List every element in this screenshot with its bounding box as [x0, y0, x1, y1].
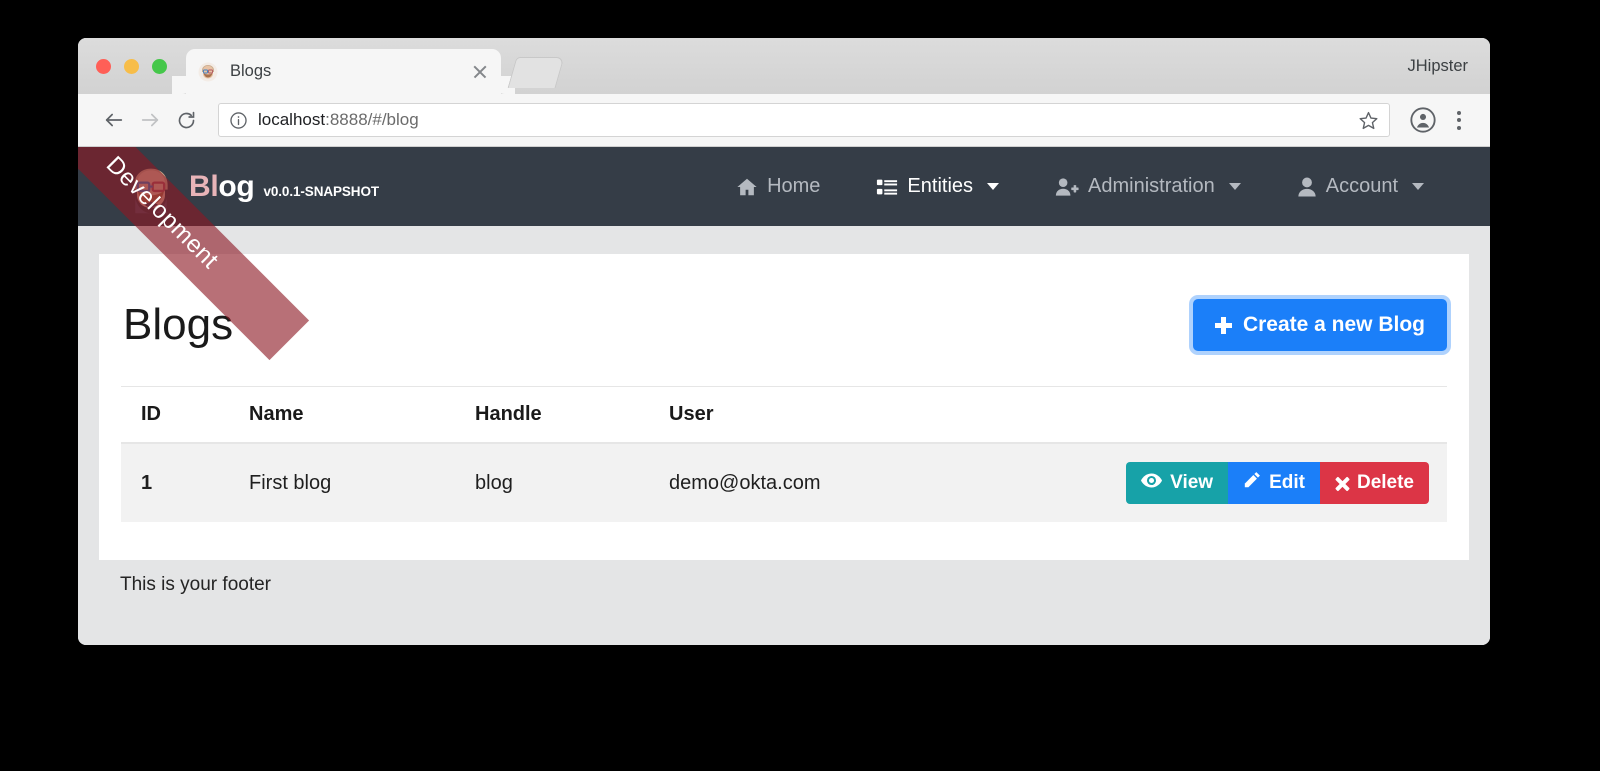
app-navbar: Blog v0.0.1-SNAPSHOT Home Entities Admin…: [78, 147, 1490, 226]
navbar-brand[interactable]: Blog v0.0.1-SNAPSHOT: [123, 159, 379, 215]
edit-button[interactable]: Edit: [1228, 462, 1320, 504]
nav-item-entities-label: Entities: [907, 175, 974, 197]
blogs-table: ID Name Handle User 1 First blog blog de…: [121, 386, 1447, 522]
jhipster-mascot-favicon: [198, 62, 218, 81]
three-dot-menu-icon[interactable]: [1446, 105, 1472, 135]
cell-id: 1: [121, 443, 241, 522]
brand-version: v0.0.1-SNAPSHOT: [263, 183, 380, 199]
new-tab-button[interactable]: [507, 57, 565, 88]
nav-item-account[interactable]: Account: [1269, 175, 1452, 198]
url-path: :8888/#/blog: [325, 110, 419, 129]
nav-item-administration[interactable]: Administration: [1027, 175, 1269, 198]
cell-user: demo@okta.com: [661, 443, 1119, 522]
column-header-handle[interactable]: Handle: [467, 386, 661, 444]
home-icon: [736, 176, 758, 198]
table-header-row: ID Name Handle User: [121, 386, 1447, 444]
page-header: Blogs Create a new Blog: [121, 280, 1447, 370]
back-arrow-icon[interactable]: [96, 102, 132, 138]
page-footer: This is your footer: [99, 560, 1469, 596]
tab-title: Blogs: [230, 62, 272, 80]
table-body: 1 First blog blog demo@okta.com View Edi…: [121, 443, 1447, 522]
navbar-menu: Home Entities Administration Account: [708, 175, 1452, 198]
column-header-id[interactable]: ID: [121, 386, 241, 444]
reload-icon[interactable]: [168, 102, 204, 138]
url-host: localhost: [258, 110, 326, 129]
nav-item-administration-label: Administration: [1088, 175, 1215, 197]
brand-title-prefix: Bl: [189, 169, 219, 203]
jhipster-mascot-logo: [134, 168, 168, 213]
tab-strip: Blogs JHipster: [78, 38, 1490, 94]
column-header-user[interactable]: User: [661, 386, 1119, 444]
view-button-label: View: [1170, 472, 1214, 493]
table-row: 1 First blog blog demo@okta.com View Edi…: [121, 443, 1447, 522]
browser-toolbar: localhost:8888/#/blog: [78, 94, 1490, 147]
cell-actions: View Edit Delete: [1118, 443, 1447, 522]
nav-item-home[interactable]: Home: [708, 175, 848, 198]
chevron-down-icon: [1228, 183, 1241, 190]
address-bar[interactable]: localhost:8888/#/blog: [218, 103, 1390, 137]
chevron-down-icon: [987, 183, 1000, 190]
chevron-down-icon: [1412, 183, 1424, 190]
plus-icon: [1214, 316, 1232, 334]
column-header-actions: [1118, 386, 1447, 444]
x-icon: [1335, 476, 1349, 490]
toolbar-right: [1400, 105, 1472, 135]
browser-window: Blogs JHipster localhost:8888/#/blog Blo…: [78, 38, 1490, 645]
footer-text: This is your footer: [120, 574, 271, 595]
delete-button[interactable]: Delete: [1319, 462, 1429, 504]
forward-arrow-icon[interactable]: [132, 102, 168, 138]
pencil-icon: [1243, 471, 1261, 495]
cell-handle: blog: [467, 443, 661, 522]
url-text: localhost:8888/#/blog: [258, 110, 419, 130]
brand-title: Blog: [189, 169, 255, 204]
close-window-button[interactable]: [96, 59, 111, 74]
view-button[interactable]: View: [1126, 462, 1229, 504]
page-title: Blogs: [123, 300, 234, 349]
close-icon[interactable]: [471, 63, 489, 81]
eye-icon: [1141, 472, 1163, 494]
window-controls: [96, 59, 167, 74]
delete-button-label: Delete: [1356, 472, 1414, 493]
browser-tab[interactable]: Blogs: [172, 49, 515, 94]
page-viewport: Blog v0.0.1-SNAPSHOT Home Entities Admin…: [78, 147, 1490, 645]
site-info-icon[interactable]: [229, 111, 248, 130]
create-new-blog-button[interactable]: Create a new Blog: [1192, 299, 1447, 351]
content-area: Blogs Create a new Blog ID Name Handle U…: [78, 226, 1490, 596]
brand-title-suffix: og: [218, 169, 255, 203]
bookmark-star-icon[interactable]: [1348, 110, 1379, 131]
row-action-group: View Edit Delete: [1126, 462, 1439, 504]
nav-item-home-label: Home: [767, 175, 821, 197]
profile-avatar-icon[interactable]: [1409, 106, 1437, 134]
maximize-window-button[interactable]: [152, 59, 167, 74]
column-header-name[interactable]: Name: [241, 386, 467, 444]
blogs-card: Blogs Create a new Blog ID Name Handle U…: [99, 254, 1469, 560]
edit-button-label: Edit: [1269, 472, 1305, 493]
list-icon: [876, 176, 898, 198]
nav-item-account-label: Account: [1325, 175, 1398, 197]
nav-item-entities[interactable]: Entities: [848, 175, 1027, 198]
cell-name: First blog: [241, 443, 467, 522]
user-icon: [1297, 176, 1317, 198]
minimize-window-button[interactable]: [124, 59, 139, 74]
window-user-label: JHipster: [1407, 56, 1468, 75]
table-head: ID Name Handle User: [121, 386, 1447, 444]
user-plus-icon: [1055, 176, 1079, 198]
create-new-blog-label: Create a new Blog: [1242, 313, 1425, 336]
